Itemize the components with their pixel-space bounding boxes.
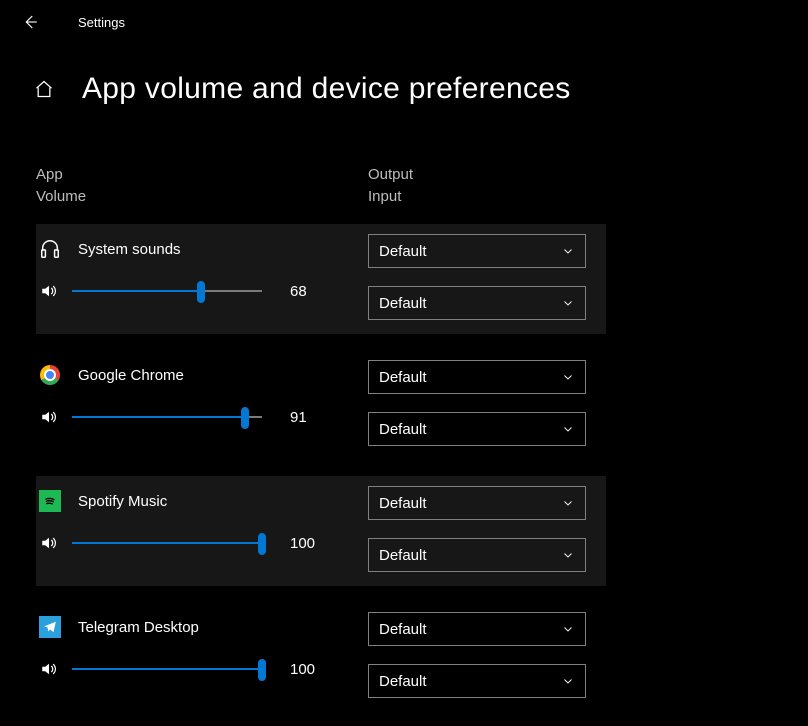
back-button[interactable] [16, 8, 44, 36]
input-select[interactable]: Default [368, 412, 586, 446]
home-button[interactable] [32, 77, 56, 101]
mute-button[interactable] [38, 406, 60, 428]
chevron-down-icon [561, 296, 575, 310]
mute-button[interactable] [38, 280, 60, 302]
volume-slider[interactable] [72, 406, 262, 428]
output-select-value: Default [379, 495, 427, 512]
output-select[interactable]: Default [368, 360, 586, 394]
output-select-value: Default [379, 621, 427, 638]
input-select[interactable]: Default [368, 286, 586, 320]
volume-value: 100 [290, 535, 320, 552]
input-select-value: Default [379, 295, 427, 312]
chevron-down-icon [561, 370, 575, 384]
headphones-icon [38, 237, 62, 261]
input-select-value: Default [379, 673, 427, 690]
volume-value: 91 [290, 409, 320, 426]
spotify-icon [38, 489, 62, 513]
mute-button[interactable] [38, 532, 60, 554]
input-select-value: Default [379, 547, 427, 564]
chrome-icon [38, 363, 62, 387]
chevron-down-icon [561, 622, 575, 636]
input-select[interactable]: Default [368, 664, 586, 698]
column-header-app-volume: App Volume [36, 164, 368, 208]
output-select[interactable]: Default [368, 486, 586, 520]
app-name-label: Telegram Desktop [78, 619, 199, 636]
app-row: Google Chrome 91 Default Default [36, 350, 606, 460]
output-select-value: Default [379, 243, 427, 260]
app-name-label: System sounds [78, 241, 181, 258]
app-row: Telegram Desktop 100 Default Default [36, 602, 606, 712]
volume-slider[interactable] [72, 658, 262, 680]
column-header-output-input: Output Input [368, 164, 598, 208]
chevron-down-icon [561, 422, 575, 436]
output-select[interactable]: Default [368, 612, 586, 646]
volume-slider[interactable] [72, 280, 262, 302]
volume-slider[interactable] [72, 532, 262, 554]
telegram-icon [38, 615, 62, 639]
chevron-down-icon [561, 244, 575, 258]
output-select-value: Default [379, 369, 427, 386]
input-select[interactable]: Default [368, 538, 586, 572]
app-name-label: Google Chrome [78, 367, 184, 384]
app-row: System sounds 68 Default Default [36, 224, 606, 334]
settings-breadcrumb: Settings [78, 15, 125, 30]
output-select[interactable]: Default [368, 234, 586, 268]
volume-value: 100 [290, 661, 320, 678]
page-title: App volume and device preferences [82, 72, 571, 106]
volume-value: 68 [290, 283, 320, 300]
input-select-value: Default [379, 421, 427, 438]
mute-button[interactable] [38, 658, 60, 680]
chevron-down-icon [561, 674, 575, 688]
app-name-label: Spotify Music [78, 493, 167, 510]
chevron-down-icon [561, 496, 575, 510]
chevron-down-icon [561, 548, 575, 562]
app-row: Spotify Music 100 Default Default [36, 476, 606, 586]
